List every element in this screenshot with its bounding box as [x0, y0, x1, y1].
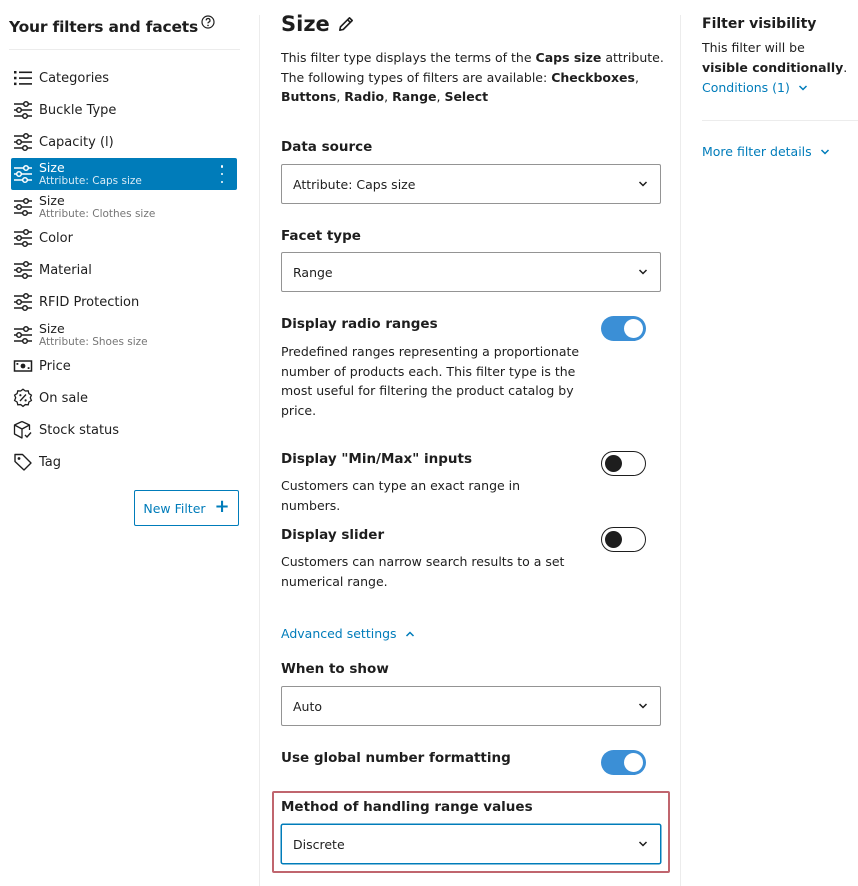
sidebar-item-color[interactable]: Color: [11, 228, 237, 248]
plus-icon: +: [214, 496, 230, 517]
when-to-show-select[interactable]: Auto: [281, 686, 661, 726]
sidebar-item-on-sale[interactable]: On sale: [11, 388, 237, 408]
global-number-formatting-toggle[interactable]: [601, 750, 646, 775]
filter-visibility-title: Filter visibility: [702, 16, 817, 32]
display-minmax-toggle[interactable]: [601, 451, 646, 476]
sidebar-item-label: Size: [39, 160, 65, 175]
sidebar-item-sublabel: Attribute: Shoes size: [39, 336, 148, 348]
new-filter-button[interactable]: New Filter +: [134, 490, 239, 526]
data-source-label: Data source: [281, 139, 373, 155]
sliders-icon: [12, 228, 34, 248]
tag-icon: [12, 452, 34, 472]
chevron-down-icon: [638, 269, 648, 275]
section-divider: [702, 120, 858, 121]
chevron-down-icon: [820, 148, 829, 155]
sliders-icon: [12, 260, 34, 280]
display-radio-ranges-toggle[interactable]: [601, 316, 646, 341]
sliders-icon: [12, 164, 34, 184]
display-radio-ranges-label: Display radio ranges: [281, 316, 438, 332]
facet-type-label: Facet type: [281, 228, 361, 244]
more-options-icon[interactable]: [217, 165, 227, 183]
sidebar-item-buckle-type[interactable]: Buckle Type: [11, 100, 237, 120]
sidebar-item-sublabel: Attribute: Caps size: [39, 175, 142, 187]
display-slider-help: Customers can narrow search results to a…: [281, 554, 565, 589]
advanced-settings-toggle[interactable]: Advanced settings: [281, 626, 415, 641]
display-radio-ranges-help: Predefined ranges representing a proport…: [281, 344, 580, 418]
sidebar-item-label: Size: [39, 193, 65, 208]
box-check-icon: [12, 420, 34, 440]
column-divider: [259, 15, 260, 886]
display-slider-toggle[interactable]: [601, 527, 646, 552]
display-minmax-label: Display "Min/Max" inputs: [281, 451, 472, 467]
money-icon: [12, 356, 34, 376]
chevron-down-icon: [638, 703, 648, 709]
data-source-select[interactable]: Attribute: Caps size: [281, 164, 661, 204]
chevron-down-icon: [638, 841, 648, 847]
filter-visibility-desc: This filter will be visible conditionall…: [702, 40, 848, 75]
sliders-icon: [12, 132, 34, 152]
sidebar-item-capacity[interactable]: Capacity (l): [11, 132, 237, 152]
sliders-icon: [12, 292, 34, 312]
sidebar-item-size-clothes[interactable]: Size Attribute: Clothes size: [11, 192, 237, 222]
sidebar-item-tag[interactable]: Tag: [11, 452, 237, 472]
display-minmax-help: Customers can type an exact range in num…: [281, 478, 521, 513]
chevron-up-icon: [405, 630, 414, 637]
range-method-label: Method of handling range values: [281, 799, 533, 815]
sidebar-item-size-shoes[interactable]: Size Attribute: Shoes size: [11, 320, 237, 350]
filter-description: This filter type displays the terms of t…: [281, 50, 664, 104]
sidebar-title: Your filters and facets: [9, 15, 215, 36]
list-icon: [12, 68, 34, 88]
when-to-show-label: When to show: [281, 661, 389, 677]
column-divider: [680, 15, 681, 886]
range-method-select[interactable]: Discrete: [281, 824, 661, 864]
facet-type-select[interactable]: Range: [281, 252, 661, 292]
sidebar-item-size-caps[interactable]: Size Attribute: Caps size: [11, 158, 237, 190]
conditions-link[interactable]: Conditions (1): [702, 80, 808, 95]
chevron-down-icon: [638, 181, 648, 187]
sidebar-header: Your filters and facets: [9, 15, 240, 50]
sidebar-item-categories[interactable]: Categories: [11, 68, 237, 88]
sidebar-item-rfid-protection[interactable]: RFID Protection: [11, 292, 237, 312]
page-title: Size: [281, 12, 354, 36]
sliders-icon: [12, 197, 34, 217]
more-filter-details-link[interactable]: More filter details: [702, 144, 830, 159]
help-icon[interactable]: [201, 15, 215, 29]
chevron-down-icon: [798, 84, 807, 91]
sliders-icon: [12, 325, 34, 345]
percent-badge-icon: [12, 388, 34, 408]
sidebar-item-stock-status[interactable]: Stock status: [11, 420, 237, 440]
sidebar-item-sublabel: Attribute: Clothes size: [39, 208, 156, 220]
pencil-icon[interactable]: [338, 16, 354, 32]
sliders-icon: [12, 100, 34, 120]
sidebar-item-label: Size: [39, 321, 65, 336]
filters-sidebar: Your filters and facets Categories Buckl…: [0, 0, 250, 886]
sidebar-item-material[interactable]: Material: [11, 260, 237, 280]
sidebar-item-price[interactable]: Price: [11, 356, 237, 376]
global-number-formatting-label: Use global number formatting: [281, 750, 511, 766]
display-slider-label: Display slider: [281, 527, 385, 543]
